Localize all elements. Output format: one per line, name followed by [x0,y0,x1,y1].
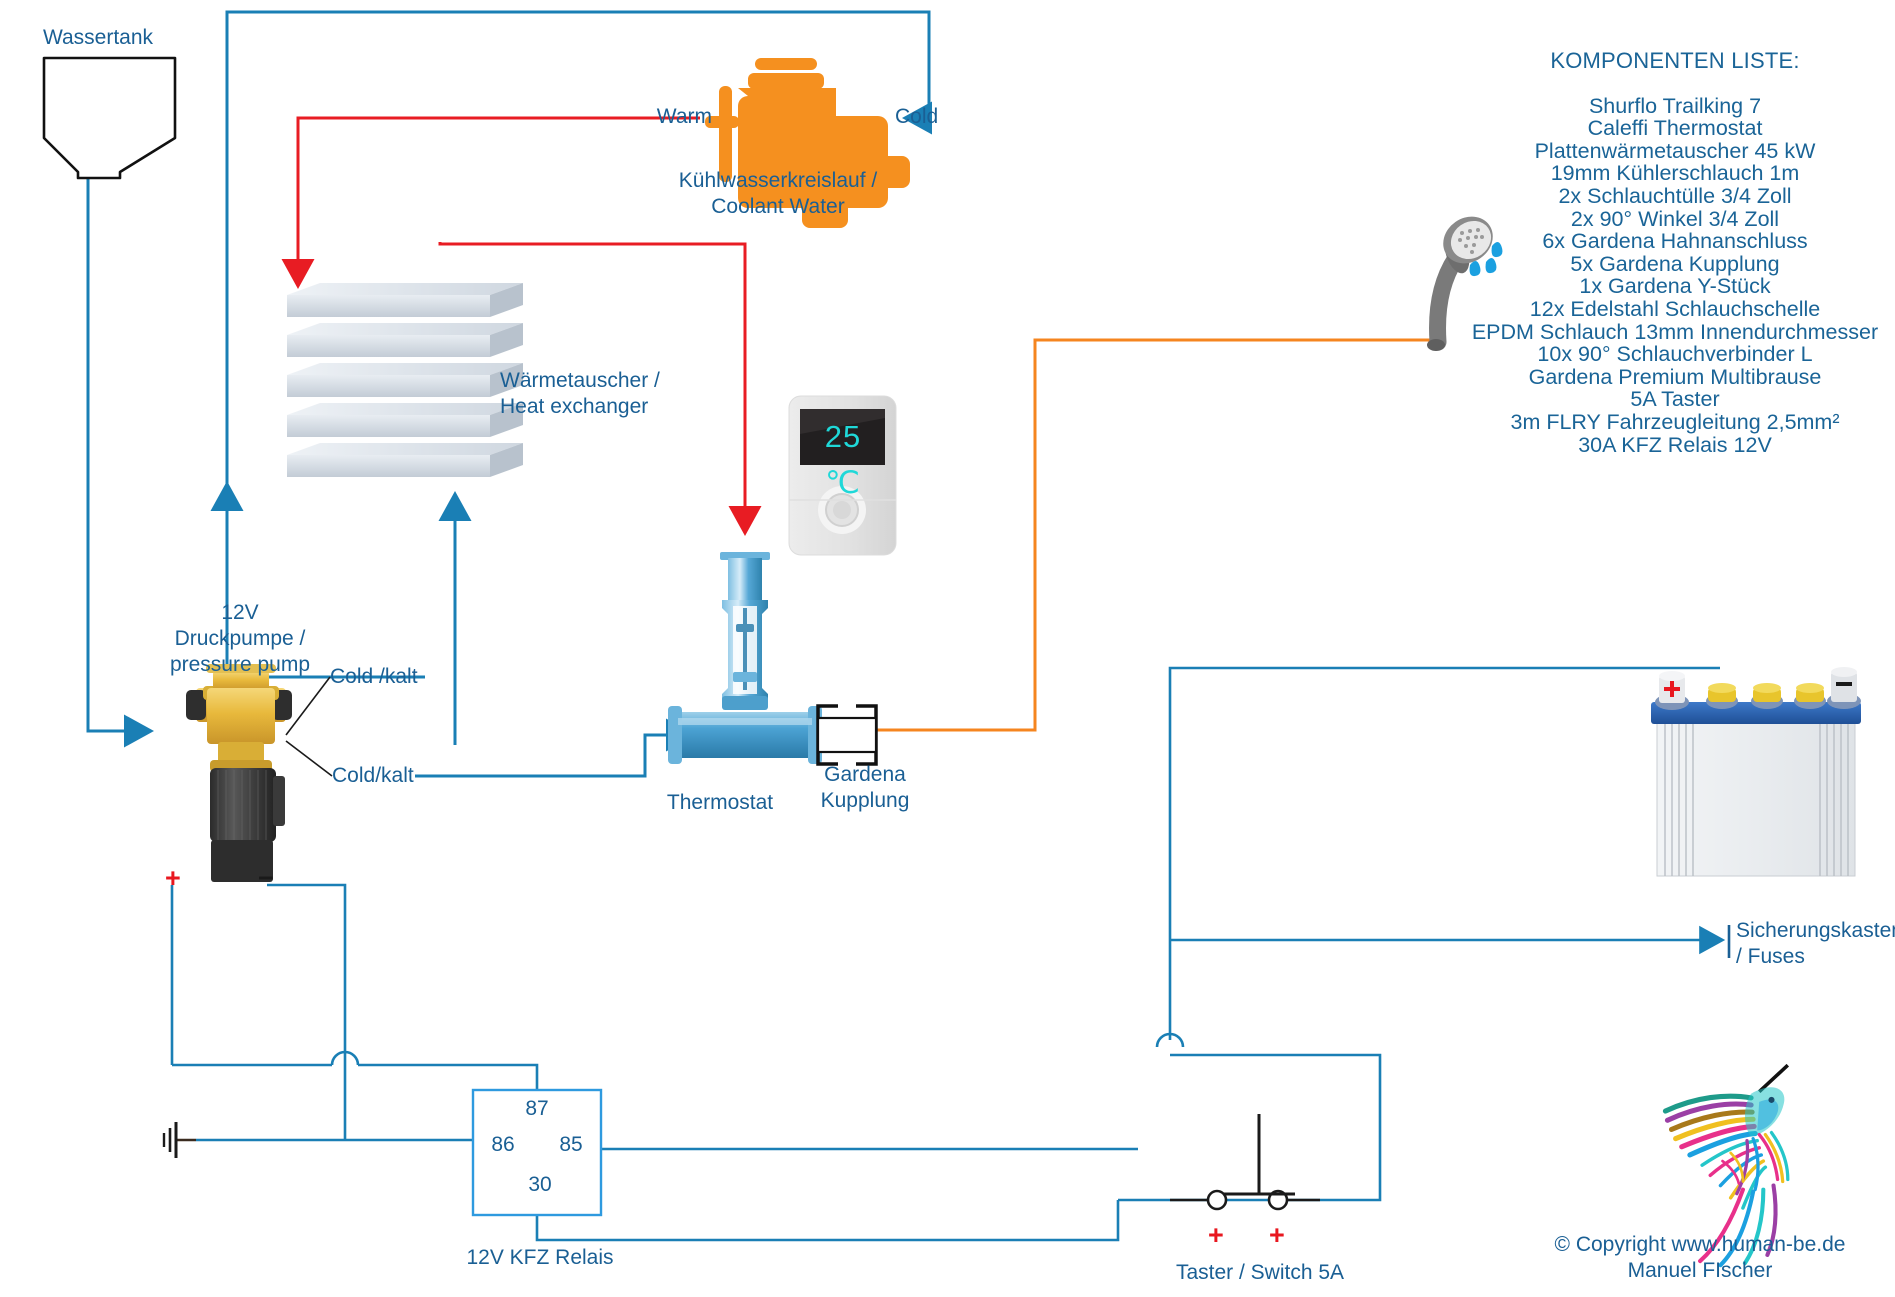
relay-label: 12V KFZ Relais [466,1246,614,1269]
components-list-item: Gardena Premium Multibrause [1528,364,1822,389]
components-list-item: 1x Gardena Y-Stück [1579,274,1771,299]
relay-terminal-85: 85 [559,1133,583,1156]
components-list-item: 5x Gardena Kupplung [1570,251,1780,276]
cold-kalt-upper-label: Cold /kalt [330,665,418,688]
water-tank-label: Wassertank [42,26,154,49]
cold-label: Cold [895,105,939,128]
leader-cold-lower [285,740,333,777]
heat-exchanger-label-line2: Heat exchanger [500,395,649,418]
gardena-label-line2: Kupplung [820,789,910,812]
switch-label: Taster / Switch 5A [1175,1261,1345,1284]
components-list-item: 5A Taster [1630,387,1720,412]
wire-pump-minus [267,883,347,1140]
wire-battery-plus [1168,666,1720,1040]
components-list-item: 3m FLRY Fahrzeugleitung 2,5mm² [1510,409,1840,434]
components-list: KOMPONENTEN LISTE: Shurflo Trailking 7 Ca… [1455,48,1895,457]
gardena-label-line1: Gardena [824,763,906,786]
pump-plus-terminal: + [165,863,181,893]
heat-exchanger-icon [287,283,523,477]
wire-switch-loop [1118,1053,1382,1202]
leader-cold-upper [285,676,331,736]
components-list-item: 30A KFZ Relais 12V [1578,432,1772,457]
switch-symbol [1170,1114,1320,1211]
gardena-coupling-icon [816,704,878,766]
pump-minus-terminal: − [258,863,274,893]
components-list-item: Shurflo Trailking 7 [1588,93,1762,118]
components-list-item: 10x 90° Schlauchverbinder L [1537,342,1813,367]
components-list-item: Caleffi Thermostat [1587,116,1763,141]
components-list-item: Plattenwärmetauscher 45 kW [1534,138,1816,163]
diagram-canvas: Wassertank Warm Cold Kühlwasserkreislauf… [0,0,1895,1297]
switch-plus-right: + [1269,1220,1285,1250]
wire-relay30 [535,1200,1120,1242]
thermostatic-valve-icon [668,552,822,764]
engine-label-line2: Coolant Water [711,195,845,218]
components-list-items: Shurflo Trailking 7 Caleffi Thermostat Pla… [1455,93,1895,457]
components-list-item: 12x Edelstahl Schlauchschelle [1529,296,1821,321]
pump-label-line1: 12V [221,601,259,624]
copyright-line2: Manuel FIscher [1627,1259,1773,1282]
copyright-line1: © Copyright www.human-be.de [1554,1233,1846,1256]
ground-icon [162,1122,196,1158]
battery-icon [1651,667,1861,877]
thermostat-valve-label: Thermostat [666,791,774,814]
fuses-label-line2: / Fuses [1736,945,1805,968]
components-list-item: 2x 90° Winkel 3/4 Zoll [1570,206,1780,231]
thermostat-display-value: 25 ℃ [824,419,862,500]
switch-plus-left: + [1208,1220,1224,1250]
components-list-heading: KOMPONENTEN LISTE: [1550,48,1800,73]
warm-label: Warm [656,105,712,128]
relay-terminal-87: 87 [525,1097,549,1120]
water-tank-icon [42,56,177,180]
components-list-item: EPDM Schlauch 13mm Innendurchmesser [1471,319,1879,344]
pipe-valve-to-shower [870,338,1432,732]
engine-label-line1: Kühlwasserkreislauf / [678,169,878,192]
components-list-item: 2x Schlauchtülle 3/4 Zoll [1558,183,1792,208]
heat-exchanger-label-line1: Wärmetauscher / [500,369,660,392]
fuses-label-line1: Sicherungskasten [1736,919,1895,942]
wire-to-relay-87 [358,1063,539,1090]
components-list-spacer [1455,73,1895,95]
cold-kalt-lower-label: Cold/kalt [332,764,414,787]
components-list-item: 6x Gardena Hahnanschluss [1542,229,1808,254]
components-list-item: 19mm Kühlerschlauch 1m [1550,161,1800,186]
relay-terminal-86: 86 [491,1133,515,1156]
pressure-pump-icon [186,664,292,882]
pump-label-line2: Druckpumpe / [174,627,306,650]
pump-label-line3: pressure pump [169,653,311,676]
relay-terminal-30: 30 [528,1173,552,1196]
pipe-tank-to-pump [86,178,154,748]
